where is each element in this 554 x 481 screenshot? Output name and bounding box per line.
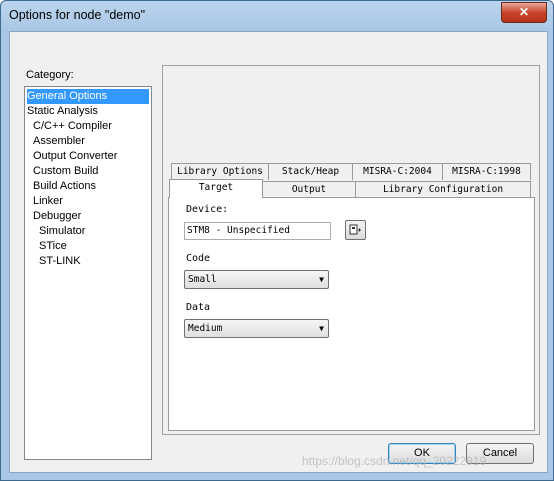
window-title: Options for node "demo" (9, 8, 146, 22)
category-item-custom-build[interactable]: Custom Build (33, 164, 98, 179)
category-list[interactable]: General Options Static Analysis C/C++ Co… (24, 86, 152, 460)
data-model-select[interactable]: Medium ▼ (184, 319, 329, 338)
tab-stack-heap[interactable]: Stack/Heap (268, 163, 353, 180)
data-label: Data (186, 302, 211, 313)
tab-library-options[interactable]: Library Options (171, 163, 269, 180)
close-button[interactable]: ✕ (501, 2, 547, 23)
category-item-build-actions[interactable]: Build Actions (33, 179, 96, 194)
data-model-value: Medium (188, 323, 223, 334)
category-label: Category: (26, 69, 74, 81)
category-item-c-cpp-compiler[interactable]: C/C++ Compiler (33, 119, 112, 134)
code-model-value: Small (188, 274, 217, 285)
options-dialog: Options for node "demo" ✕ Category: Gene… (0, 0, 554, 481)
category-item-assembler[interactable]: Assembler (33, 134, 85, 149)
device-field[interactable]: STM8 - Unspecified (184, 222, 331, 240)
chevron-down-icon: ▼ (319, 275, 324, 284)
category-item-static-analysis[interactable]: Static Analysis (27, 104, 98, 119)
options-panel: Library Options Stack/Heap MISRA-C:2004 … (162, 65, 540, 435)
chevron-down-icon: ▼ (319, 324, 324, 333)
device-picker-icon (349, 224, 361, 235)
title-bar[interactable]: Options for node "demo" ✕ (1, 1, 553, 31)
code-model-select[interactable]: Small ▼ (184, 270, 329, 289)
tab-target[interactable]: Target (169, 179, 263, 198)
tab-output[interactable]: Output (262, 181, 356, 198)
category-item-general-options[interactable]: General Options (27, 89, 149, 104)
category-item-simulator[interactable]: Simulator (39, 224, 85, 239)
tab-misra-c-2004[interactable]: MISRA-C:2004 (352, 163, 443, 180)
code-label: Code (186, 253, 211, 264)
tab-misra-c-1998[interactable]: MISRA-C:1998 (442, 163, 531, 180)
tab-library-configuration[interactable]: Library Configuration (355, 181, 531, 198)
device-label: Device: (186, 204, 229, 215)
category-item-stice[interactable]: STice (39, 239, 67, 254)
device-picker-button[interactable] (345, 220, 366, 240)
watermark: https://blog.csdn.net/qq_20222919 (302, 454, 487, 468)
category-item-st-link[interactable]: ST-LINK (39, 254, 81, 269)
category-item-debugger[interactable]: Debugger (33, 209, 81, 224)
category-item-linker[interactable]: Linker (33, 194, 63, 209)
category-item-output-converter[interactable]: Output Converter (33, 149, 117, 164)
dialog-client-area: Category: General Options Static Analysi… (9, 31, 548, 473)
close-icon: ✕ (518, 5, 530, 19)
